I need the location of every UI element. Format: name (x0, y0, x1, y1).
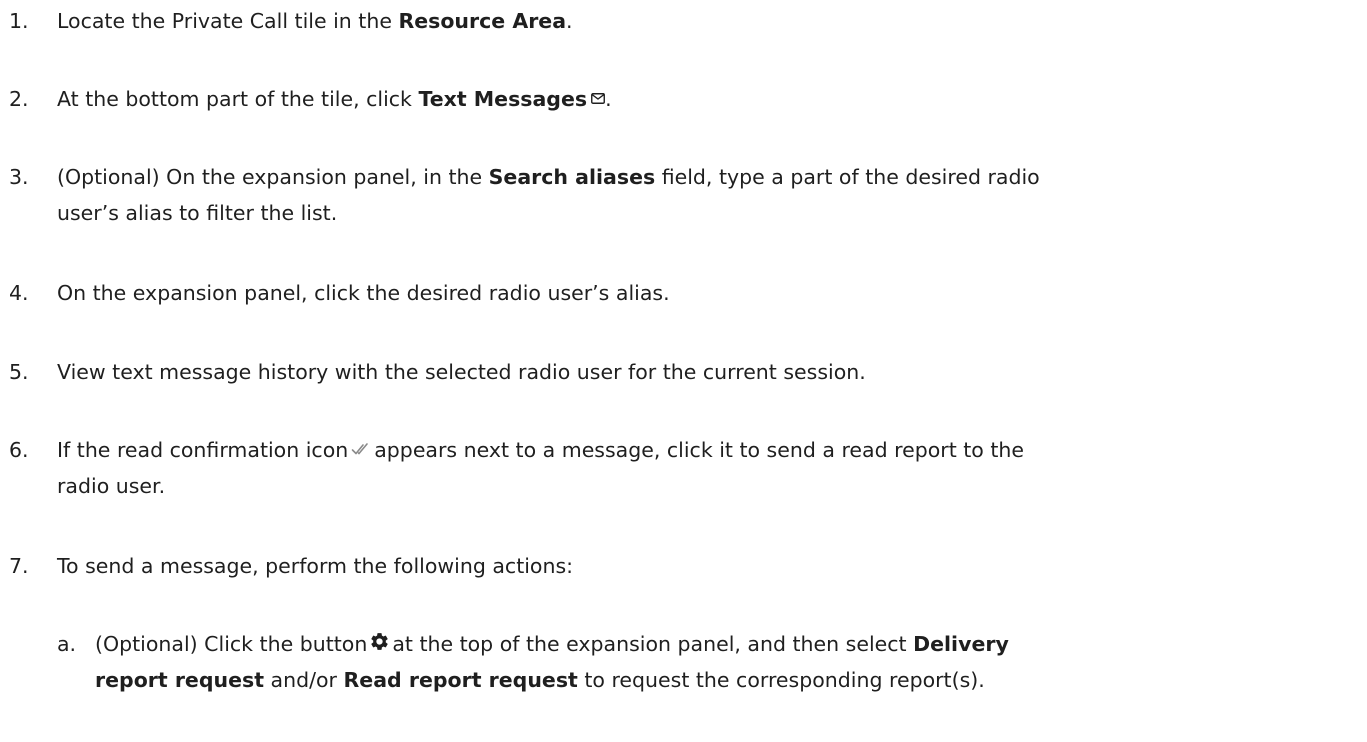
step-text: radio user. (57, 474, 166, 498)
ui-term-search-aliases: Search aliases (488, 165, 656, 189)
ui-term-text-messages: Text Messages (418, 87, 588, 111)
step-text: To send a message, perform the following… (57, 554, 574, 578)
step-text: Locate the Private Call tile in the Reso… (57, 4, 1357, 38)
step-text: If the read confirmation icon appears nex… (57, 433, 1357, 467)
step-text: At the bottom part of the tile, click Te… (57, 82, 1357, 116)
step-text: (Optional) Click the button at the top of… (95, 627, 1365, 661)
step-number: 1. (9, 9, 29, 33)
step-text: report request and/or Read report reques… (95, 663, 1365, 697)
ui-term-read-report-request: Read report request (343, 668, 578, 692)
step-text-part: (Optional) Click the button (95, 632, 368, 656)
step-number: 5. (9, 360, 29, 384)
step-text-part: field, type a part of the desired radio (655, 165, 1040, 189)
step-text: View text message history with the selec… (57, 360, 866, 384)
ui-term-delivery: Delivery (913, 632, 1009, 656)
step-number: 6. (9, 438, 29, 462)
step-text-part: Locate the Private Call tile in the (57, 9, 399, 33)
mail-icon (591, 92, 606, 104)
ui-term-resource-area: Resource Area (398, 9, 567, 33)
step-number: 4. (9, 281, 29, 305)
step-text-part: If the read confirmation icon (57, 438, 349, 462)
step-text-part: (Optional) On the expansion panel, in th… (57, 165, 489, 189)
step-text-part: . (566, 9, 573, 33)
step-text: (Optional) On the expansion panel, in th… (57, 160, 1357, 194)
step-number: 3. (9, 165, 29, 189)
step-text-part: At the bottom part of the tile, click (57, 87, 419, 111)
step-text-part: . (605, 87, 612, 111)
step-text-part: and/or (264, 668, 344, 692)
step-text-part: appears next to a message, click it to s… (374, 438, 1024, 462)
step-text-part: to request the corresponding report(s). (577, 668, 985, 692)
double-check-icon (351, 443, 369, 455)
gear-icon (371, 632, 388, 650)
step-text: user’s alias to filter the list. (57, 201, 338, 225)
substep-letter: a. (57, 632, 77, 656)
step-number: 7. (9, 554, 29, 578)
step-number: 2. (9, 87, 29, 111)
step-text: On the expansion panel, click the desire… (57, 281, 670, 305)
ui-term-report-request: report request (95, 668, 265, 692)
step-text-part: at the top of the expansion panel, and t… (392, 632, 914, 656)
procedure-document: 1. Locate the Private Call tile in the R… (0, 0, 1367, 742)
